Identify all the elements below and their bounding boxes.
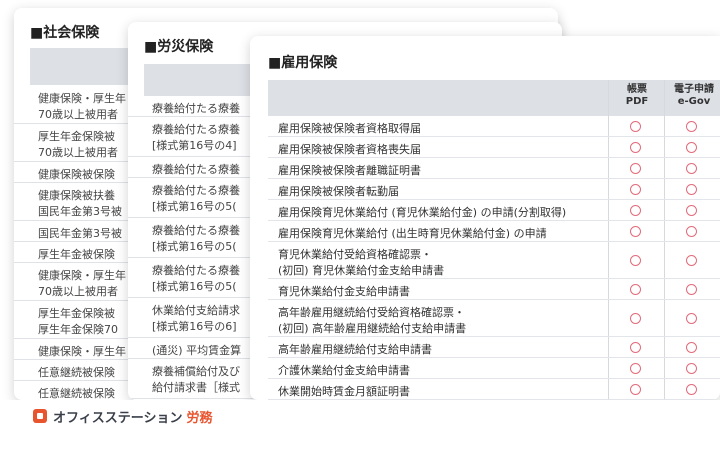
available-mark-icon bbox=[686, 284, 697, 295]
row-label: 任意継続被保険 bbox=[38, 387, 115, 400]
available-mark-icon bbox=[630, 226, 641, 237]
row-label: 休業給付支給請求 bbox=[152, 304, 240, 317]
available-mark-icon bbox=[630, 121, 641, 132]
available-mark-icon bbox=[686, 226, 697, 237]
available-mark-icon bbox=[686, 255, 697, 266]
row-label: 70歳以上被用者 bbox=[38, 146, 118, 159]
available-mark-icon bbox=[630, 342, 641, 353]
row-label: 厚生年金保険被 bbox=[38, 307, 115, 320]
row-label: 療養給付たる療養 bbox=[152, 163, 240, 176]
row-label: 雇用保険被保険者資格喪失届 bbox=[278, 143, 421, 156]
row-label: 療養給付たる療養 bbox=[152, 102, 240, 115]
available-mark-icon bbox=[630, 363, 641, 374]
row-label: 厚生年金保険70 bbox=[38, 323, 118, 336]
column-header-pdf: 帳票 PDF bbox=[620, 84, 654, 108]
row-label: 70歳以上被用者 bbox=[38, 108, 118, 121]
row-label: 任意継続被保険 bbox=[38, 366, 115, 379]
column-header-egov-line1: 電子申請 bbox=[674, 84, 714, 95]
row-label: (初回) 育児休業給付金支給申請書 bbox=[278, 264, 445, 277]
available-mark-icon bbox=[630, 313, 641, 324]
row-label: 厚生年金保険被 bbox=[38, 130, 115, 143]
table-row: 雇用保険被保険者資格喪失届 bbox=[268, 137, 720, 158]
table-row: 介護休業給付金支給申請書 bbox=[268, 358, 720, 379]
table-row: 育児休業給付受給資格確認票・ (初回) 育児休業給付金支給申請書 bbox=[268, 242, 720, 279]
row-label: 育児休業給付金支給申請書 bbox=[278, 285, 410, 298]
row-label: [様式第16号の6] bbox=[152, 320, 237, 333]
row-label: 国民年金第3号被 bbox=[38, 205, 122, 218]
row-label: [様式第16号の5( bbox=[152, 240, 237, 253]
row-label: 療養給付たる療養 bbox=[152, 264, 240, 277]
available-mark-icon bbox=[686, 184, 697, 195]
row-label: 雇用保険育児休業給付 (出生時育児休業給付金) の申請 bbox=[278, 227, 547, 240]
row-label: 雇用保険育児休業給付 (育児休業給付金) の申請(分割取得) bbox=[278, 206, 567, 219]
row-label: 厚生年金被保険 bbox=[38, 248, 115, 261]
row-label: 療養補償給付及び bbox=[152, 365, 240, 378]
available-mark-icon bbox=[686, 121, 697, 132]
row-label: 健康保険・厚生年 bbox=[38, 269, 126, 282]
row-label: (初回) 高年齢雇用継続給付支給申請書 bbox=[278, 322, 467, 335]
available-mark-icon bbox=[686, 363, 697, 374]
table-row: 雇用保険被保険者離職証明書 bbox=[268, 158, 720, 179]
available-mark-icon bbox=[686, 342, 697, 353]
table-row: 雇用保険被保険者資格取得届 bbox=[268, 116, 720, 137]
row-label: 療養給付たる療養 bbox=[152, 123, 240, 136]
available-mark-icon bbox=[686, 384, 697, 395]
card-title-employment-insurance: ■雇用保険 bbox=[268, 55, 338, 71]
available-mark-icon bbox=[686, 142, 697, 153]
row-label: [様式第16号の4] bbox=[152, 139, 237, 152]
row-label: 健康保険被保険 bbox=[38, 168, 115, 181]
table-row: 休業開始時賃金月額証明書 bbox=[268, 379, 720, 400]
table-row: 雇用保険育児休業給付 (育児休業給付金) の申請(分割取得) bbox=[268, 200, 720, 221]
row-label: 健康保険・厚生年 bbox=[38, 345, 126, 358]
brand-logo: オフィスステーション 労務 bbox=[53, 407, 213, 426]
card-title-social-insurance: ■社会保険 bbox=[30, 25, 100, 41]
table-row: 雇用保険育児休業給付 (出生時育児休業給付金) の申請 bbox=[268, 221, 720, 242]
available-mark-icon bbox=[686, 205, 697, 216]
brand-sub: 労務 bbox=[186, 411, 213, 426]
row-label: 雇用保険被保険者資格取得届 bbox=[278, 122, 421, 135]
row-label: 雇用保険被保険者転勤届 bbox=[278, 185, 399, 198]
logo-icon bbox=[33, 409, 47, 423]
card-title-workers-comp: ■労災保険 bbox=[144, 39, 214, 55]
column-header-pdf-line1: 帳票 bbox=[627, 84, 647, 95]
employment-insurance-card: ■雇用保険 帳票 PDF 電子申請 e-Gov 雇用保険被保険者資格取得届 雇用保… bbox=[250, 36, 720, 400]
available-mark-icon bbox=[630, 163, 641, 174]
available-mark-icon bbox=[630, 384, 641, 395]
row-label: 健康保険・厚生年 bbox=[38, 92, 126, 105]
row-label: 高年齢雇用継続給付受給資格確認票・ bbox=[278, 306, 465, 319]
row-label: [様式第16号の5( bbox=[152, 280, 237, 293]
brand-name: オフィスステーション bbox=[53, 411, 183, 426]
table-row: 高年齢雇用継続給付支給申請書 bbox=[268, 337, 720, 358]
column-header-egov-line2: e-Gov bbox=[677, 96, 711, 107]
row-label: 70歳以上被用者 bbox=[38, 285, 118, 298]
available-mark-icon bbox=[630, 205, 641, 216]
row-label: 給付請求書［様式 bbox=[152, 381, 240, 394]
row-label: 雇用保険被保険者離職証明書 bbox=[278, 164, 421, 177]
available-mark-icon bbox=[630, 255, 641, 266]
row-label: [様式第16号の5( bbox=[152, 200, 237, 213]
table-row: 育児休業給付金支給申請書 bbox=[268, 279, 720, 300]
row-label: 高年齢雇用継続給付支給申請書 bbox=[278, 343, 432, 356]
footer: オフィスステーション 労務 bbox=[0, 400, 720, 450]
available-mark-icon bbox=[630, 142, 641, 153]
row-label: 介護休業給付金支給申請書 bbox=[278, 364, 410, 377]
row-label: 療養給付たる療養 bbox=[152, 224, 240, 237]
row-label: 国民年金第3号被 bbox=[38, 227, 122, 240]
table-row: 高年齢雇用継続給付受給資格確認票・ (初回) 高年齢雇用継続給付支給申請書 bbox=[268, 300, 720, 337]
row-label: 健康保険被扶養 bbox=[38, 189, 115, 202]
row-label: 療養給付たる療養 bbox=[152, 184, 240, 197]
row-label: 育児休業給付受給資格確認票・ bbox=[278, 248, 432, 261]
row-label: 休業開始時賃金月額証明書 bbox=[278, 385, 410, 398]
table-row: 雇用保険被保険者転勤届 bbox=[268, 179, 720, 200]
available-mark-icon bbox=[630, 284, 641, 295]
column-header-pdf-line2: PDF bbox=[625, 96, 649, 107]
available-mark-icon bbox=[630, 184, 641, 195]
available-mark-icon bbox=[686, 313, 697, 324]
row-label: (通災) 平均賃金算 bbox=[152, 344, 242, 357]
available-mark-icon bbox=[686, 163, 697, 174]
column-header-egov: 電子申請 e-Gov bbox=[668, 84, 720, 108]
